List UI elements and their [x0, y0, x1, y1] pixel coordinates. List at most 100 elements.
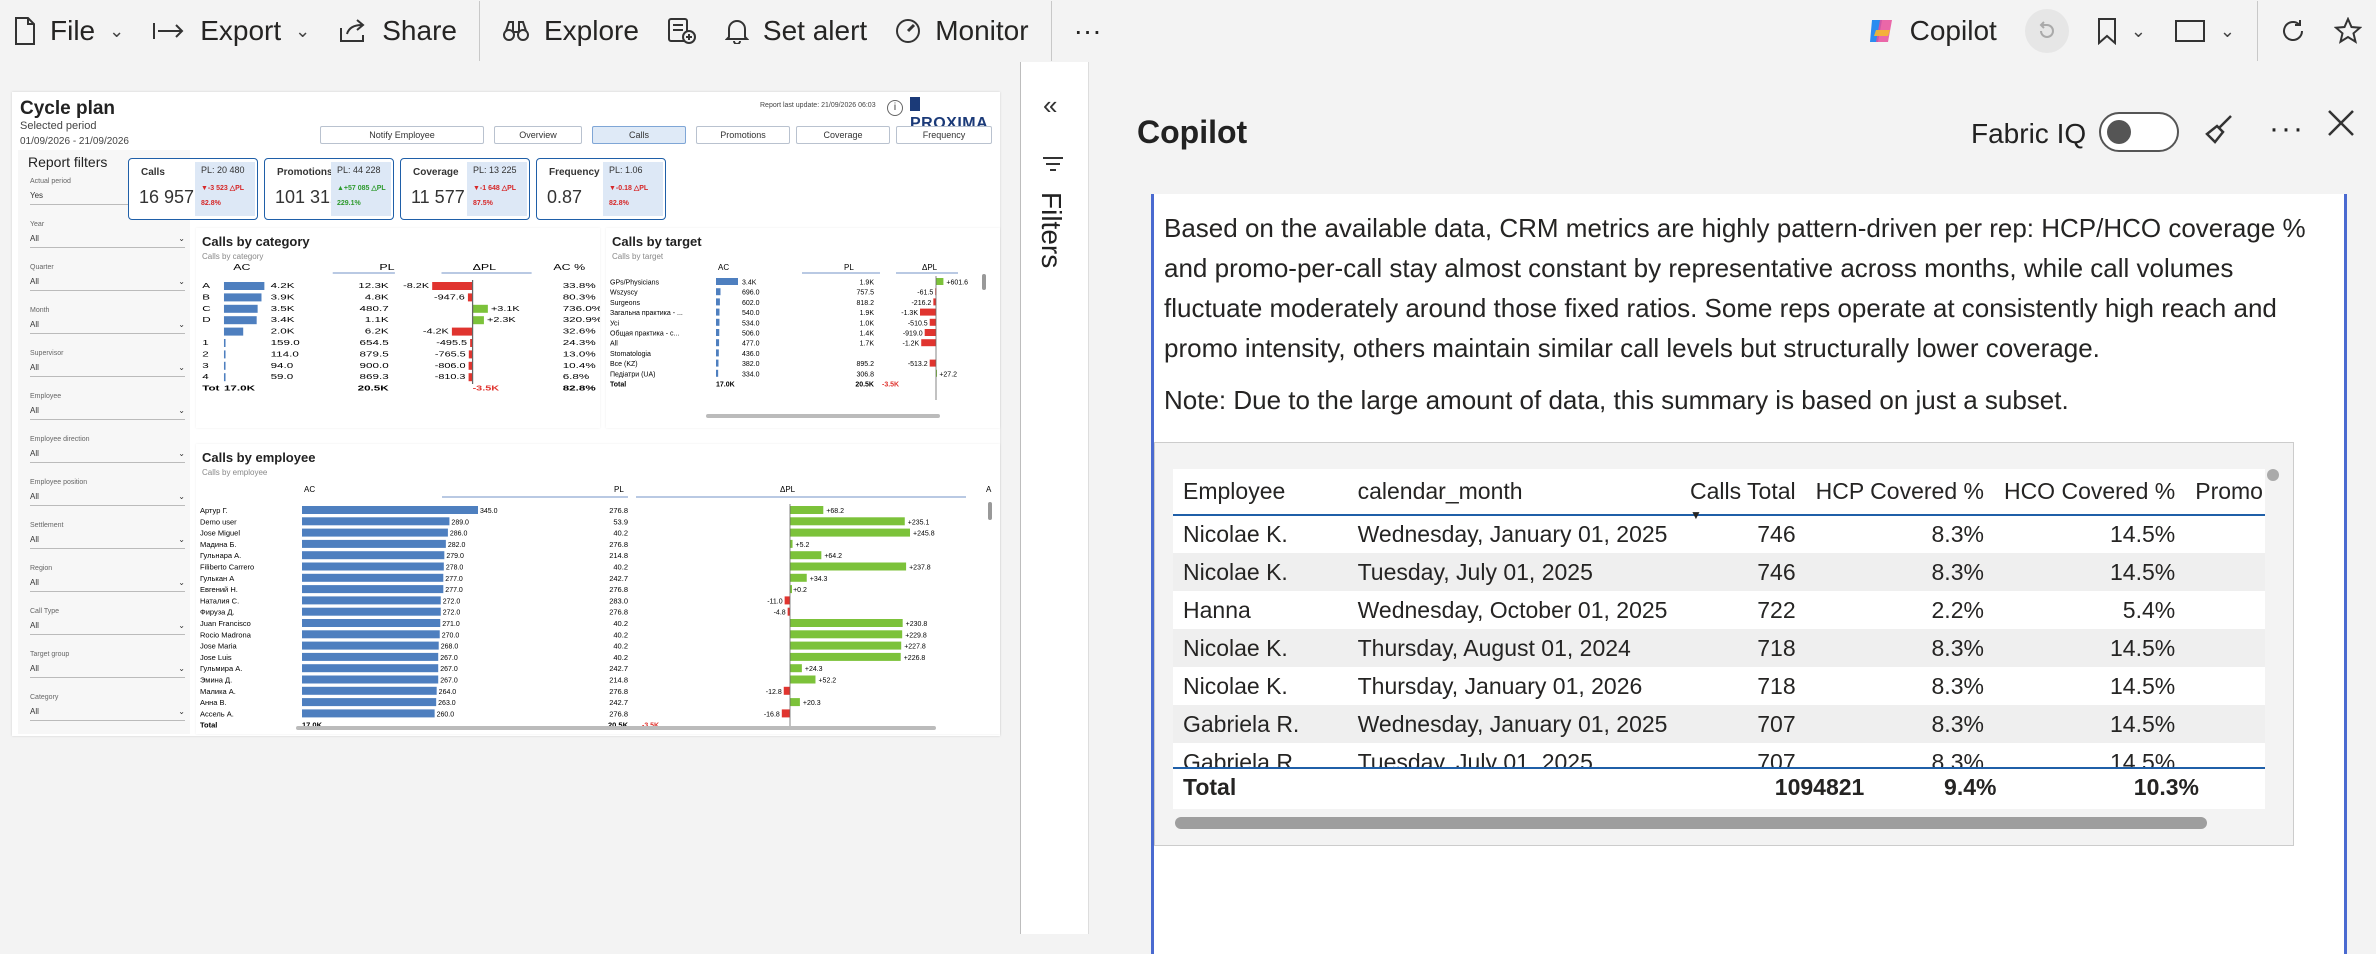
ac-bar	[716, 318, 720, 326]
filter-10[interactable]: Call Type All ⌄	[30, 608, 185, 635]
export-menu[interactable]: Export ⌄	[138, 0, 324, 62]
column-header-0[interactable]: Employee	[1173, 469, 1348, 516]
nav-coverage[interactable]: Coverage	[796, 126, 890, 144]
clear-chat-button[interactable]	[2203, 112, 2237, 154]
view-button[interactable]: ⌄	[2160, 0, 2249, 62]
column-header-4[interactable]: HCO Covered %	[1993, 469, 2186, 516]
nav-calls[interactable]: Calls	[592, 126, 686, 144]
chevron-down-icon: ⌄	[2219, 20, 2235, 41]
filter-12[interactable]: Category All ⌄	[30, 694, 185, 721]
table-cell: 14.5%	[2110, 521, 2176, 547]
pct-label: 82.8%	[563, 384, 596, 392]
favorite-button[interactable]	[2320, 0, 2376, 62]
filter-dropdown[interactable]: All ⌄	[30, 449, 185, 463]
ac-label: 3.4K	[742, 280, 757, 287]
delta-label: +0.2	[793, 587, 807, 594]
nav-frequency[interactable]: Frequency	[896, 126, 992, 144]
table-row[interactable]: Nicolae K. Tuesday, July 01, 2025 746 8.3% 1…	[1173, 553, 2265, 591]
vertical-scrollbar[interactable]	[2267, 469, 2279, 481]
delta-bar	[451, 327, 473, 336]
kpi-card-promotions[interactable]: Promotions 101 312 PL: 44 228 ▲+57 085 △PL 2…	[264, 158, 394, 220]
filter-dropdown[interactable]: All ⌄	[30, 535, 185, 549]
filters-label[interactable]: Filters	[1035, 192, 1067, 268]
copilot-more-button[interactable]: ···	[2269, 112, 2305, 146]
filter-9[interactable]: Region All ⌄	[30, 565, 185, 592]
nav-promotions[interactable]: Promotions	[696, 126, 790, 144]
copilot-title: Copilot	[1137, 114, 1248, 150]
filter-1[interactable]: Year All ⌄	[30, 221, 185, 248]
share-button[interactable]: Share	[324, 0, 471, 62]
copilot-icon	[1866, 16, 1896, 46]
filter-dropdown[interactable]: All ⌄	[30, 492, 185, 506]
kpi-card-calls[interactable]: Calls 16 957 PL: 20 480 ▼-3 523 △PL 82.8%	[128, 158, 258, 220]
filter-value: All	[30, 406, 39, 415]
nav-notify-employee[interactable]: Notify Employee	[320, 126, 484, 144]
filter-dropdown[interactable]: All ⌄	[30, 320, 185, 334]
table-row[interactable]: Gabriela R. Wednesday, January 01, 2025 70…	[1173, 705, 2265, 743]
reset-button[interactable]	[2011, 0, 2083, 62]
panel-h-scrollbar	[296, 726, 936, 730]
file-menu[interactable]: File ⌄	[0, 0, 138, 62]
pl-label: 1.0K	[860, 320, 875, 327]
column-header-3[interactable]: HCP Covered %	[1805, 469, 1994, 516]
filter-8[interactable]: Settlement All ⌄	[30, 522, 185, 549]
table-cell: 718	[1757, 672, 1796, 699]
filter-dropdown[interactable]: All ⌄	[30, 406, 185, 420]
filter-4[interactable]: Supervisor All ⌄	[30, 350, 185, 377]
refresh-button[interactable]	[2266, 0, 2320, 62]
new-report-button[interactable]	[653, 0, 711, 62]
info-icon[interactable]: i	[887, 100, 903, 116]
nav-overview[interactable]: Overview	[494, 126, 582, 144]
ac-bar	[302, 573, 444, 582]
delta-label: -16.8	[764, 711, 780, 718]
pl-header-underline	[802, 272, 880, 274]
kpi-card-coverage[interactable]: Coverage 11 577 PL: 13 225 ▼-1 648 △PL 87.5%	[400, 158, 530, 220]
filter-3[interactable]: Month All ⌄	[30, 307, 185, 334]
more-options-button[interactable]: ···	[1060, 0, 1116, 62]
star-icon	[2334, 17, 2362, 45]
filter-dropdown[interactable]: All ⌄	[30, 578, 185, 592]
filter-dropdown[interactable]: All ⌄	[30, 621, 185, 635]
table-cell: Nicolae K.	[1183, 521, 1288, 547]
filter-2[interactable]: Quarter All ⌄	[30, 264, 185, 291]
pl-label: 40.2	[613, 529, 628, 538]
table-row[interactable]: Hanna Wednesday, October 01, 2025 722 2.2% 5…	[1173, 591, 2265, 629]
filter-7[interactable]: Employee position All ⌄	[30, 479, 185, 506]
delta-label: +235.1	[908, 519, 930, 526]
column-header-2[interactable]: Calls Total ▼	[1679, 469, 1806, 522]
table-viewport: Employee calendar_month Calls Total ▼ HCP Co…	[1173, 469, 2265, 767]
monitor-button[interactable]: Monitor	[881, 0, 1042, 62]
table-row[interactable]: Gabriela R. Tuesday, July 01, 2025 707 8.3%…	[1173, 743, 2265, 768]
explore-button[interactable]: Explore	[488, 0, 653, 62]
table-row[interactable]: Nicolae K. Thursday, August 01, 2024 718 8.…	[1173, 629, 2265, 667]
table-row[interactable]: Nicolae K. Wednesday, January 01, 2025 746…	[1173, 515, 2265, 553]
close-copilot-button[interactable]	[2325, 106, 2357, 148]
copilot-button[interactable]: Copilot	[1852, 0, 2011, 62]
filter-dropdown[interactable]: All ⌄	[30, 707, 185, 721]
horizontal-scrollbar[interactable]	[1175, 817, 2207, 829]
filter-5[interactable]: Employee All ⌄	[30, 393, 185, 420]
ac-bar	[302, 709, 435, 718]
bookmark-button[interactable]: ⌄	[2083, 0, 2160, 62]
kpi-delta: ▼-1 648 △PL	[473, 185, 517, 192]
kpi-card-frequency[interactable]: Frequency 0.87 PL: 1.06 ▼-0.18 △PL 82.8%	[536, 158, 666, 220]
pl-label: 4.8K	[365, 293, 389, 301]
fabric-iq-toggle[interactable]	[2099, 112, 2179, 152]
column-header-5[interactable]: Promo	[2185, 469, 2265, 516]
table-row[interactable]: Nicolae K. Thursday, January 01, 2026 718 8…	[1173, 667, 2265, 705]
set-alert-button[interactable]: Set alert	[711, 0, 881, 62]
filter-11[interactable]: Target group All ⌄	[30, 651, 185, 678]
pct-label: 320.9%	[563, 316, 600, 324]
pct-label: 24.3%	[563, 339, 596, 347]
filter-dropdown[interactable]: All ⌄	[30, 277, 185, 291]
expand-filters-button[interactable]: «	[1043, 90, 1057, 121]
filter-dropdown[interactable]: All ⌄	[30, 234, 185, 248]
column-header-1[interactable]: calendar_month	[1347, 469, 1680, 516]
calls-by-employee-panel: Calls by employee Calls by employee AC PL…	[196, 444, 1000, 734]
filter-dropdown[interactable]: All ⌄	[30, 664, 185, 678]
employee-label: Мадина Б.	[200, 540, 236, 549]
kpi-value: 0.87	[547, 187, 583, 207]
table-cell: 8.3%	[1931, 672, 1984, 699]
filter-6[interactable]: Employee direction All ⌄	[30, 436, 185, 463]
filter-dropdown[interactable]: All ⌄	[30, 363, 185, 377]
